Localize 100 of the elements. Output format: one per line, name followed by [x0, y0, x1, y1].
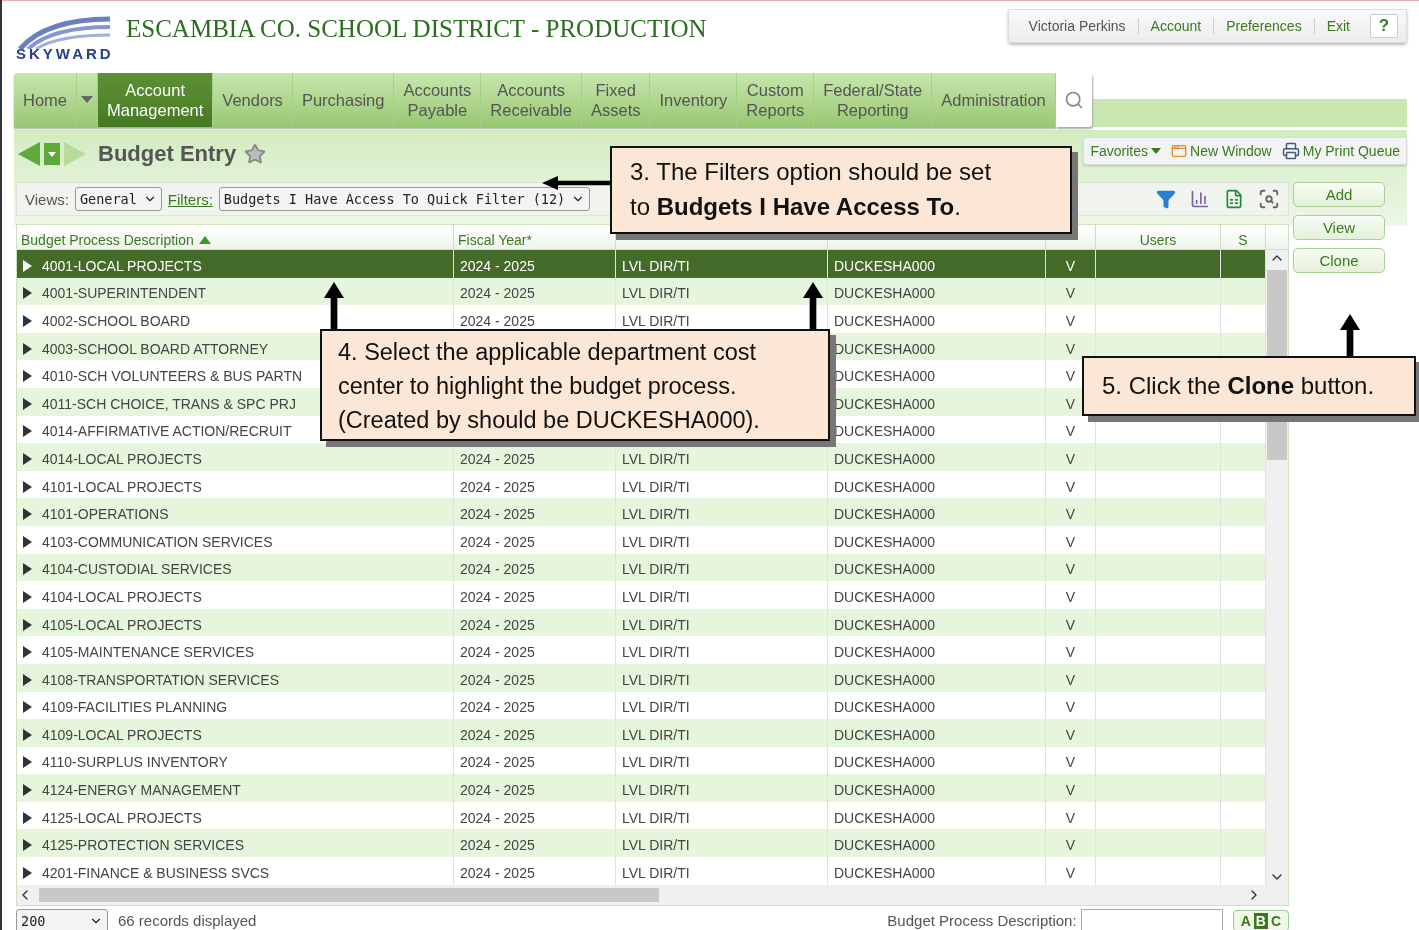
table-cell: 4104-LOCAL PROJECTS — [42, 588, 202, 605]
table-cell: 2024 - 2025 — [460, 754, 535, 771]
table-cell: 4109-LOCAL PROJECTS — [42, 726, 202, 743]
table-cell: LVL DIR/TI — [622, 616, 690, 633]
table-cell: 2024 - 2025 — [460, 588, 535, 605]
table-cell: 4014-AFFIRMATIVE ACTION/RECRUIT — [42, 423, 292, 440]
table-cell: V — [1065, 257, 1076, 274]
table-cell: LVL DIR/TI — [622, 754, 690, 771]
table-cell: 2024 - 2025 — [460, 450, 535, 467]
table-cell: DUCKESHA000 — [834, 285, 936, 302]
table-cell: V — [1065, 313, 1076, 329]
table-cell: LVL DIR/TI — [622, 809, 690, 826]
table-cell: DUCKESHA000 — [834, 313, 936, 329]
table-cell: V — [1065, 478, 1076, 495]
table-cell: 2024 - 2025 — [460, 506, 535, 523]
table-cell: LVL DIR/TI — [622, 478, 690, 495]
table-cell: LVL DIR/TI — [622, 533, 690, 550]
table-cell: 2024 - 2025 — [460, 726, 535, 743]
table-cell: LVL DIR/TI — [622, 450, 690, 467]
table-cell: 4010-SCH VOLUNTEERS & BUS PARTN — [42, 368, 303, 385]
table-cell: V — [1065, 368, 1076, 385]
table-cell: DUCKESHA000 — [834, 671, 936, 688]
search-label: Budget Process Description: — [887, 912, 1077, 930]
table-cell: DUCKESHA000 — [834, 837, 936, 854]
table-cell: 4014-LOCAL PROJECTS — [42, 450, 202, 467]
table-cell: LVL DIR/TI — [622, 864, 690, 881]
table-cell: LVL DIR/TI — [622, 313, 690, 329]
table-cell: V — [1065, 837, 1076, 854]
table-cell: 4110-SURPLUS INVENTORY — [42, 754, 228, 771]
table-cell: 4003-SCHOOL BOARD ATTORNEY — [42, 340, 269, 357]
table-cell: V — [1065, 423, 1076, 440]
table-cell: DUCKESHA000 — [834, 340, 936, 357]
table-cell: 4124-ENERGY MANAGEMENT — [42, 782, 241, 799]
table-cell: 2024 - 2025 — [460, 671, 535, 688]
table-cell: LVL DIR/TI — [622, 588, 690, 605]
table-cell: 4105-MAINTENANCE SERVICES — [42, 644, 255, 661]
table-cell: 4001-LOCAL PROJECTS — [42, 257, 202, 274]
table-cell: V — [1065, 782, 1076, 799]
table-cell: V — [1065, 395, 1076, 412]
table-cell: 2024 - 2025 — [460, 809, 535, 826]
table-cell: V — [1065, 506, 1076, 523]
logo-text: SKYWARD — [16, 45, 114, 62]
table-cell: LVL DIR/TI — [622, 726, 690, 743]
table-cell: V — [1065, 864, 1076, 881]
table-cell: DUCKESHA000 — [834, 726, 936, 743]
table-cell: V — [1065, 533, 1076, 550]
table-cell: V — [1065, 644, 1076, 661]
table-cell: 2024 - 2025 — [460, 782, 535, 799]
table-cell: DUCKESHA000 — [834, 616, 936, 633]
table-cell: DUCKESHA000 — [834, 478, 936, 495]
table-cell: 4104-CUSTODIAL SERVICES — [42, 561, 232, 578]
table-cell: DUCKESHA000 — [834, 809, 936, 826]
table-cell: 4109-FACILITIES PLANNING — [42, 699, 228, 716]
table-cell: 4001-SUPERINTENDENT — [42, 285, 207, 302]
table-cell: V — [1065, 450, 1076, 467]
table-cell: V — [1065, 699, 1076, 716]
table-cell: V — [1065, 616, 1076, 633]
table-cell: DUCKESHA000 — [834, 257, 936, 274]
table-cell: 4011-SCH CHOICE, TRANS & SPC PRJ — [42, 395, 296, 412]
table-cell: DUCKESHA000 — [834, 864, 936, 881]
table-cell: DUCKESHA000 — [834, 450, 936, 467]
table-cell: V — [1065, 340, 1076, 357]
table-cell: 2024 - 2025 — [460, 616, 535, 633]
table-cell: LVL DIR/TI — [622, 644, 690, 661]
table-cell: LVL DIR/TI — [622, 506, 690, 523]
table-cell: 2024 - 2025 — [460, 478, 535, 495]
table-cell: DUCKESHA000 — [834, 754, 936, 771]
table-cell: 2024 - 2025 — [460, 285, 535, 302]
table-cell: LVL DIR/TI — [622, 837, 690, 854]
page-title: Budget Entry — [98, 141, 237, 167]
table-cell: LVL DIR/TI — [622, 782, 690, 799]
table-cell: 2024 - 2025 — [460, 864, 535, 881]
table-cell: V — [1065, 726, 1076, 743]
table-cell: V — [1065, 588, 1076, 605]
table-cell: LVL DIR/TI — [622, 671, 690, 688]
table-cell: LVL DIR/TI — [622, 699, 690, 716]
table-cell: 2024 - 2025 — [460, 699, 535, 716]
district-title: ESCAMBIA CO. SCHOOL DISTRICT - PRODUCTION — [126, 14, 708, 43]
user-name: Victoria Perkins — [1027, 18, 1127, 34]
table-cell: 2024 - 2025 — [460, 257, 535, 274]
table-cell: DUCKESHA000 — [834, 368, 936, 385]
table-cell: DUCKESHA000 — [834, 588, 936, 605]
table-cell: 2024 - 2025 — [460, 313, 535, 329]
views-label: Views: — [25, 190, 69, 208]
table-cell: V — [1065, 561, 1076, 578]
table-cell: V — [1065, 285, 1076, 302]
table-cell: 2024 - 2025 — [460, 561, 535, 578]
table-cell: 4101-LOCAL PROJECTS — [42, 478, 202, 495]
table-cell: 4101-OPERATIONS — [42, 506, 169, 523]
table-cell: LVL DIR/TI — [622, 257, 690, 274]
table-cell: DUCKESHA000 — [834, 423, 936, 440]
table-cell: 4201-FINANCE & BUSINESS SVCS — [42, 864, 270, 881]
table-cell: 4105-LOCAL PROJECTS — [42, 616, 202, 633]
table-cell: 4002-SCHOOL BOARD — [42, 313, 191, 329]
table-cell: DUCKESHA000 — [834, 699, 936, 716]
table-cell: V — [1065, 671, 1076, 688]
table-cell: 2024 - 2025 — [460, 533, 535, 550]
table-cell: V — [1065, 754, 1076, 771]
table-cell: DUCKESHA000 — [834, 506, 936, 523]
table-cell: 4125-LOCAL PROJECTS — [42, 809, 202, 826]
